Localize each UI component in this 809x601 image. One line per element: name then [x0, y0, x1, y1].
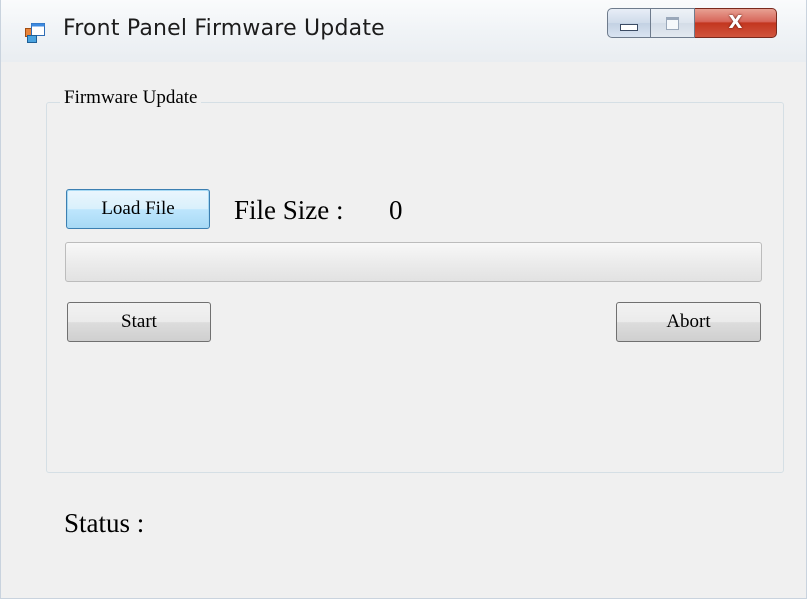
- file-size-value: 0: [389, 195, 403, 225]
- close-icon: X: [728, 12, 743, 33]
- close-button[interactable]: X: [695, 8, 777, 38]
- title-bar[interactable]: Front Panel Firmware Update X: [1, 0, 806, 62]
- abort-button[interactable]: Abort: [616, 302, 761, 342]
- load-file-button[interactable]: Load File: [66, 189, 210, 229]
- minimize-icon: [620, 23, 638, 31]
- maximize-icon: [666, 16, 679, 30]
- app-window: Front Panel Firmware Update X Firmware U…: [0, 0, 807, 599]
- status-label: Status :: [64, 508, 145, 538]
- firmware-update-group-label: Firmware Update: [60, 87, 202, 109]
- firmware-update-group: [46, 102, 784, 473]
- minimize-button[interactable]: [607, 8, 651, 38]
- caption-buttons: X: [607, 8, 777, 40]
- maximize-button[interactable]: [651, 8, 695, 38]
- form-app-icon[interactable]: [25, 23, 45, 43]
- start-button[interactable]: Start: [67, 302, 211, 342]
- update-progress-bar: [65, 242, 762, 282]
- file-size-label: File Size :: [234, 195, 344, 225]
- window-title: Front Panel Firmware Update: [63, 16, 385, 41]
